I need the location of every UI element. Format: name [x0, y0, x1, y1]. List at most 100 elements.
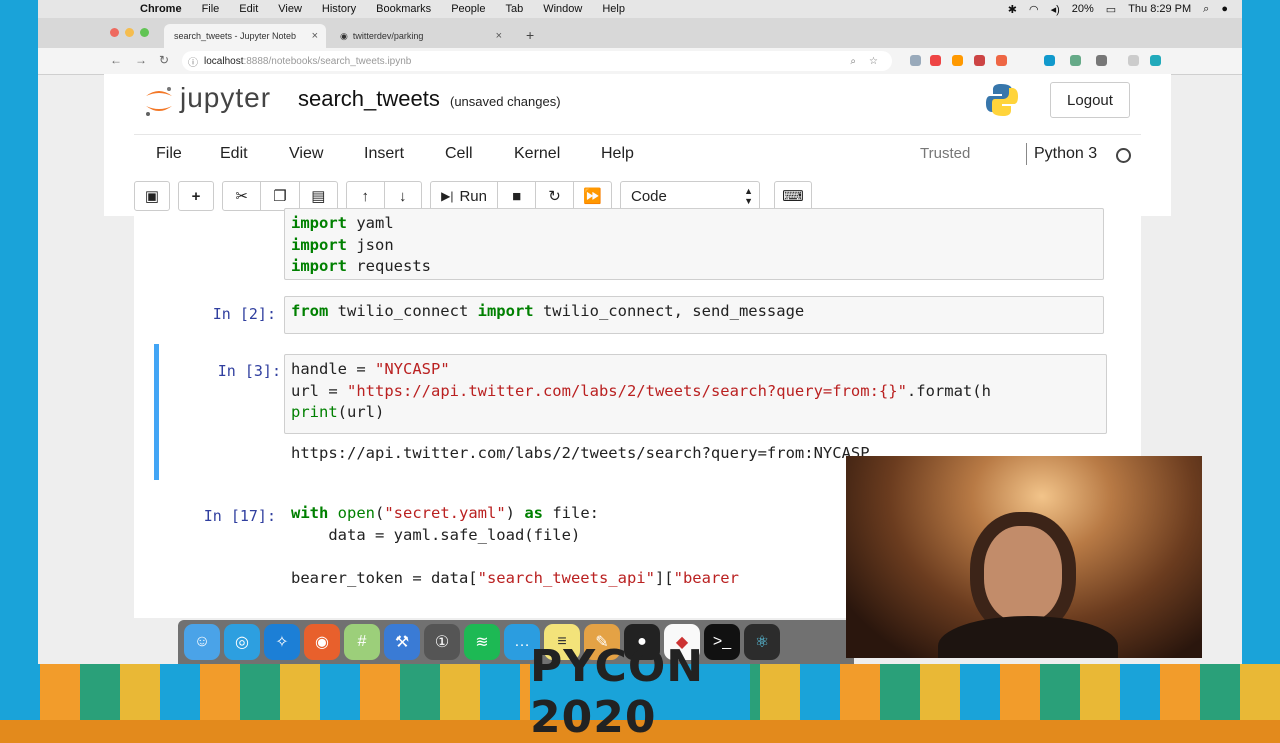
frame-right [1242, 0, 1280, 664]
divider [1026, 143, 1027, 165]
copy-button[interactable]: ❐ [261, 182, 300, 210]
extension-icon[interactable] [1096, 55, 1107, 66]
cell-type-value: Code [631, 187, 667, 205]
battery-icon[interactable]: ▭ [1106, 3, 1116, 16]
menu-edit[interactable]: Edit [220, 145, 248, 163]
macos-dock: ☺ ◎ ✧ ◉ # ⚒ ① ≋ … ≡ ✎ ● ◆ >_ ⚛ [178, 620, 854, 664]
chrome-icon[interactable]: ◎ [224, 624, 260, 660]
cell-input[interactable]: import yaml import json import requests [284, 208, 1104, 280]
menubar-item-file[interactable]: File [202, 3, 220, 15]
cell-output: https://api.twitter.com/labs/2/tweets/se… [291, 444, 870, 462]
notebook-name: search_tweets [298, 86, 440, 111]
run-button[interactable]: ▶| Run [431, 182, 499, 210]
trusted-indicator[interactable]: Trusted [920, 145, 970, 162]
menubar-item-window[interactable]: Window [543, 3, 582, 15]
insert-cell-button[interactable]: + [178, 181, 214, 211]
maximize-window-icon[interactable] [140, 28, 149, 37]
bluetooth-icon[interactable]: ✱ [1008, 3, 1017, 16]
slack-icon[interactable]: # [344, 624, 380, 660]
code-cell[interactable]: import yaml import json import requests [154, 208, 1130, 282]
menubar-item-edit[interactable]: Edit [239, 3, 258, 15]
save-button[interactable]: ▣ [134, 181, 170, 211]
firefox-icon[interactable]: ◉ [304, 624, 340, 660]
jupyter-logo-text[interactable]: jupyter [180, 82, 271, 114]
zoom-icon[interactable]: ⌕ [850, 56, 856, 67]
jupyter-header: jupyter search_tweets (unsaved changes) … [104, 74, 1171, 134]
save-status: (unsaved changes) [449, 94, 561, 109]
notebook-title[interactable]: search_tweets (unsaved changes) [298, 86, 561, 112]
tab-search-tweets[interactable]: search_tweets - Jupyter Noteb × [164, 24, 326, 48]
extension-icon[interactable] [1044, 55, 1055, 66]
user-icon[interactable]: ● [1221, 3, 1228, 15]
extension-icon[interactable] [996, 55, 1007, 66]
clock[interactable]: Thu 8:29 PM [1128, 3, 1191, 15]
extension-icon[interactable] [910, 55, 921, 66]
url-path: :8888/notebooks/search_tweets.ipynb [243, 55, 412, 67]
cell-type-select[interactable]: Code ▲ ▼ [620, 181, 760, 211]
extension-icon[interactable] [1150, 55, 1161, 66]
extension-icon[interactable] [1070, 55, 1081, 66]
extension-icon[interactable] [1128, 55, 1139, 66]
menu-view[interactable]: View [289, 145, 323, 163]
fast-forward-icon: ⏩ [583, 188, 602, 205]
bookmark-star-icon[interactable]: ☆ [869, 56, 878, 67]
arrow-down-icon: ↓ [399, 187, 407, 205]
minimize-window-icon[interactable] [125, 28, 134, 37]
paste-button[interactable]: ▤ [300, 182, 337, 210]
spotlight-icon[interactable]: ⌕ [1203, 3, 1209, 16]
keychain-icon[interactable]: ① [424, 624, 460, 660]
python-logo-icon [986, 84, 1018, 116]
menubar-item-view[interactable]: View [278, 3, 302, 15]
finder-icon[interactable]: ☺ [184, 624, 220, 660]
menubar-item-help[interactable]: Help [602, 3, 625, 15]
menu-insert[interactable]: Insert [364, 145, 404, 163]
volume-icon[interactable]: ◂) [1051, 3, 1060, 16]
menubar-item-people[interactable]: People [451, 3, 485, 15]
xcode-icon[interactable]: ⚒ [384, 624, 420, 660]
logout-button[interactable]: Logout [1050, 82, 1130, 118]
wifi-icon[interactable]: ◠ [1029, 3, 1039, 16]
select-caret-icon: ▲ ▼ [744, 186, 753, 206]
back-icon[interactable]: ← [110, 53, 122, 67]
cell-input[interactable]: handle = "NYCASP" url = "https://api.twi… [284, 354, 1107, 434]
code-cell[interactable]: In [2]: from twilio_connect import twili… [154, 296, 1130, 334]
command-palette-button[interactable]: ⌨ [774, 181, 812, 211]
spotify-icon[interactable]: ≋ [464, 624, 500, 660]
restart-run-all-button[interactable]: ⏩ [574, 182, 611, 210]
address-bar[interactable]: ⓘ localhost :8888/notebooks/search_tweet… [182, 51, 892, 71]
battery-percent[interactable]: 20% [1072, 3, 1094, 15]
menubar-item-bookmarks[interactable]: Bookmarks [376, 3, 431, 15]
forward-icon[interactable]: → [135, 53, 147, 67]
extension-icon[interactable] [974, 55, 985, 66]
close-window-icon[interactable] [110, 28, 119, 37]
move-down-button[interactable]: ↓ [385, 182, 422, 210]
extension-icon[interactable] [952, 55, 963, 66]
menubar-app-name[interactable]: Chrome [140, 3, 182, 15]
new-tab-icon[interactable]: + [526, 27, 534, 43]
run-label: Run [459, 187, 487, 205]
extension-icon[interactable] [930, 55, 941, 66]
menu-file[interactable]: File [156, 145, 182, 163]
menubar-item-history[interactable]: History [322, 3, 356, 15]
tab-twitterdev-parking[interactable]: ◉ twitterdev/parking × [330, 24, 510, 48]
cut-button[interactable]: ✂ [223, 182, 262, 210]
menu-cell[interactable]: Cell [445, 145, 473, 163]
cell-prompt: In [17]: [203, 507, 276, 525]
restart-button[interactable]: ↻ [536, 182, 575, 210]
safari-icon[interactable]: ✧ [264, 624, 300, 660]
menu-kernel[interactable]: Kernel [514, 145, 560, 163]
close-tab-icon[interactable]: × [496, 30, 502, 42]
close-tab-icon[interactable]: × [312, 30, 318, 42]
jupyter-logo-icon[interactable] [142, 84, 176, 118]
cell-input[interactable]: from twilio_connect import twilio_connec… [284, 296, 1104, 334]
keyboard-icon: ⌨ [782, 188, 804, 205]
reload-icon[interactable]: ↻ [159, 53, 169, 67]
interrupt-button[interactable]: ■ [498, 182, 537, 210]
info-icon[interactable]: ⓘ [188, 54, 198, 69]
menubar-item-tab[interactable]: Tab [505, 3, 523, 15]
tab-title: twitterdev/parking [352, 31, 424, 41]
menu-help[interactable]: Help [601, 145, 634, 163]
cell-prompt: In [2]: [212, 305, 276, 323]
move-up-button[interactable]: ↑ [347, 182, 385, 210]
kernel-name[interactable]: Python 3 [1034, 145, 1097, 163]
